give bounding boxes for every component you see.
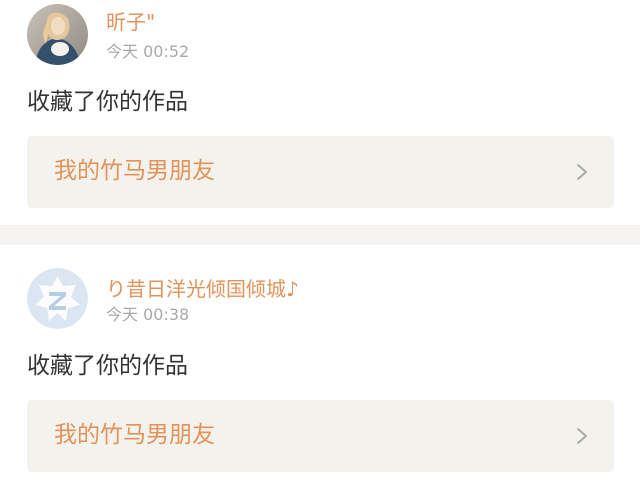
user-avatar[interactable] [27, 4, 88, 65]
chevron-right-icon [577, 428, 587, 444]
timestamp: 今天 00:52 [106, 42, 190, 61]
timestamp: 今天 00:38 [106, 305, 190, 324]
work-title: 我的竹马男朋友 [54, 422, 215, 448]
notification-card: 昕子" 今天 00:52 收藏了你的作品 我的竹马男朋友 [0, 0, 640, 225]
username[interactable]: 昕子" [106, 12, 155, 32]
work-link-button[interactable]: 我的竹马男朋友 [27, 136, 614, 208]
work-link-button[interactable]: 我的竹马男朋友 [27, 400, 614, 472]
work-title: 我的竹马男朋友 [54, 158, 215, 184]
action-text: 收藏了你的作品 [27, 89, 188, 115]
action-text: 收藏了你的作品 [27, 353, 188, 379]
user-photo-icon [27, 4, 88, 65]
chevron-right-icon [577, 164, 587, 180]
username[interactable]: り昔日洋光倾国倾城♪ [106, 279, 299, 299]
user-avatar[interactable] [27, 268, 88, 329]
default-avatar-icon [27, 268, 88, 329]
notification-card: り昔日洋光倾国倾城♪ 今天 00:38 收藏了你的作品 我的竹马男朋友 [0, 245, 640, 495]
notification-feed: 昕子" 今天 00:52 收藏了你的作品 我的竹马男朋友 り昔日洋光倾国倾城♪ … [0, 0, 640, 495]
